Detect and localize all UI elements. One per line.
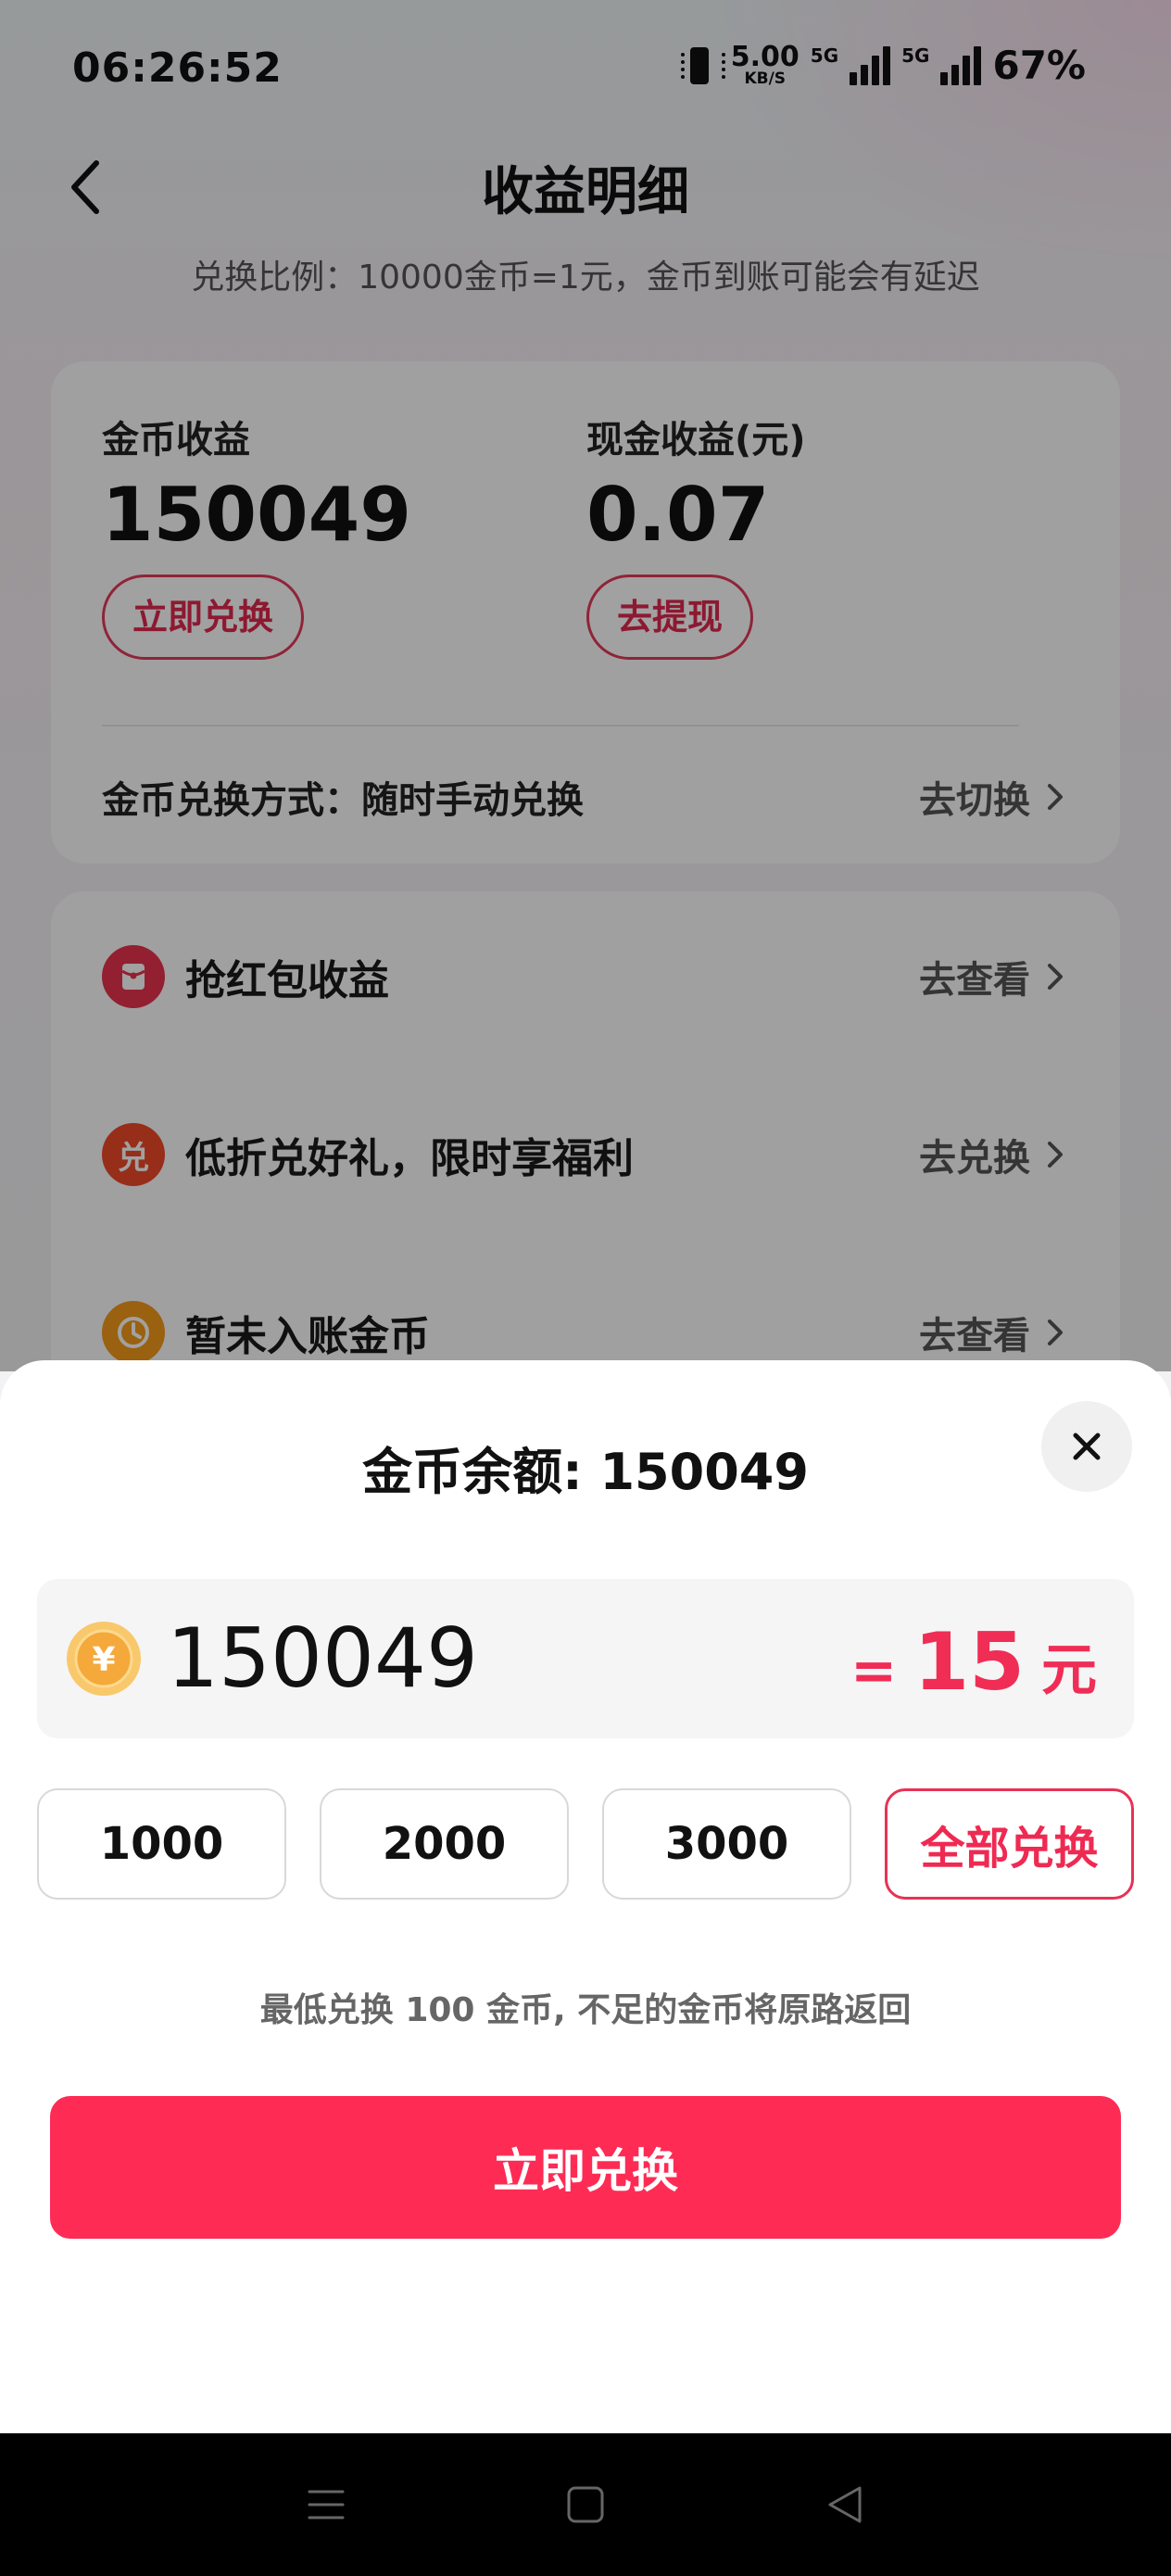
modal-backdrop[interactable] [0,0,1171,1371]
home-icon [567,2486,604,2523]
back-triangle-icon [828,2486,862,2523]
close-icon [1073,1433,1101,1460]
close-button[interactable] [1041,1401,1132,1492]
coin-balance-title: 金币余额: 150049 [362,1443,809,1501]
menu-nav-button[interactable] [298,2477,354,2532]
svg-text:¥: ¥ [92,1641,115,1679]
amount-input-box[interactable]: ¥ 150049 = 15 元 [37,1579,1134,1738]
cash-equivalent: = 15 元 [850,1616,1097,1709]
confirm-exchange-button[interactable]: 立即兑换 [50,2096,1121,2239]
coin-amount-input[interactable]: 150049 [167,1612,478,1705]
home-nav-button[interactable] [558,2477,613,2532]
menu-icon [308,2490,345,2519]
cash-equivalent-value: 15 [913,1616,1025,1709]
exchange-all-button[interactable]: 全部兑换 [885,1788,1134,1900]
system-nav-bar [0,2433,1171,2576]
minimum-exchange-note: 最低兑换 100 金币, 不足的金币将原路返回 [259,1991,912,2029]
exchange-sheet: 金币余额: 150049 ¥ 150049 = 15 元 1000 2000 3… [0,1360,1171,2435]
quick-amount-3000[interactable]: 3000 [602,1788,851,1900]
quick-amount-2000[interactable]: 2000 [320,1788,569,1900]
back-nav-button[interactable] [817,2477,873,2532]
quick-amount-options: 1000 2000 3000 全部兑换 [37,1788,1134,1900]
quick-amount-1000[interactable]: 1000 [37,1788,286,1900]
coin-icon: ¥ [67,1622,141,1696]
